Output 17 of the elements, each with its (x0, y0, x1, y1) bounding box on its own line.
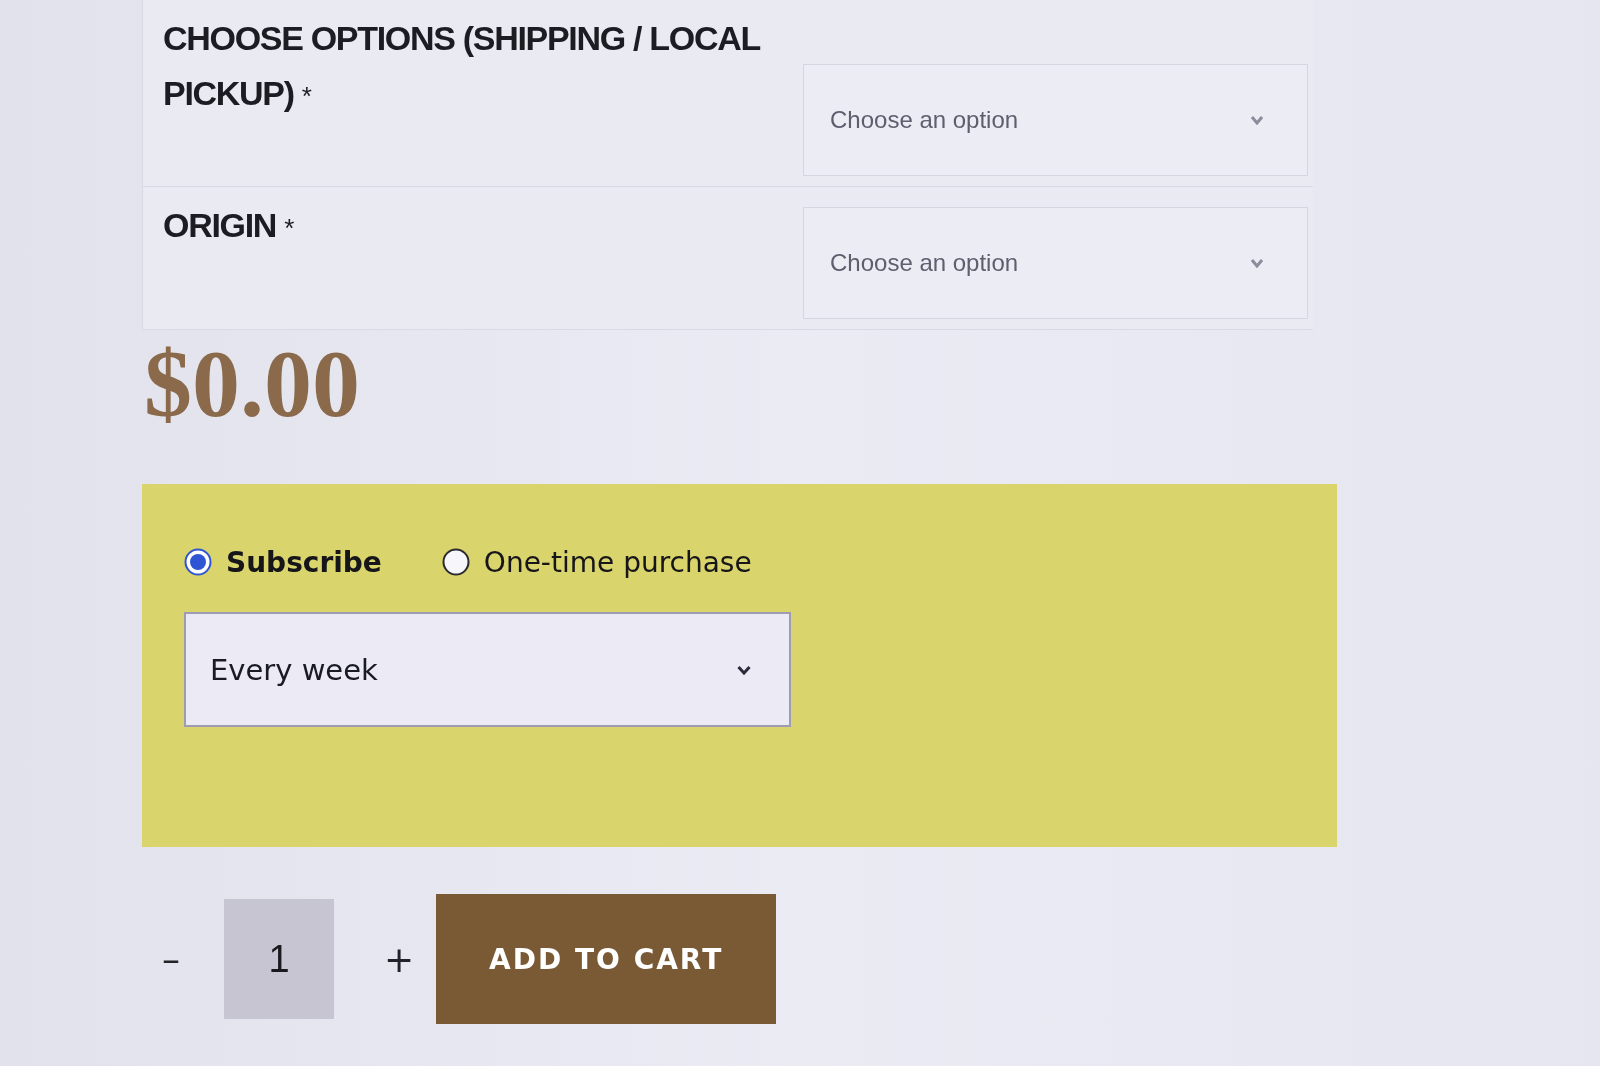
option-select[interactable]: Choose an option (803, 64, 1308, 176)
price: $0.00 (143, 334, 360, 434)
decrease-button[interactable]: – (148, 938, 194, 980)
field-label: CHOOSE OPTIONS (SHIPPING / LOCAL PICKUP) * (163, 19, 760, 112)
increase-button[interactable]: + (370, 938, 429, 980)
option-select[interactable]: Choose an option (803, 207, 1308, 319)
caret-icon (1251, 115, 1263, 125)
caret-icon (1251, 258, 1263, 268)
chevron-down-icon (737, 664, 751, 675)
quantity-field[interactable]: 1 (224, 899, 334, 1019)
radio-button[interactable] (441, 548, 470, 576)
add-to-cart-button[interactable]: ADD TO CART (436, 894, 777, 1024)
radio-label[interactable]: One-time purchase (483, 545, 752, 579)
radio-label[interactable]: Subscribe (226, 545, 382, 579)
field-label: ORIGIN * (163, 206, 295, 244)
frequency-select[interactable]: Every week (184, 612, 791, 727)
radio-button[interactable] (184, 548, 212, 576)
